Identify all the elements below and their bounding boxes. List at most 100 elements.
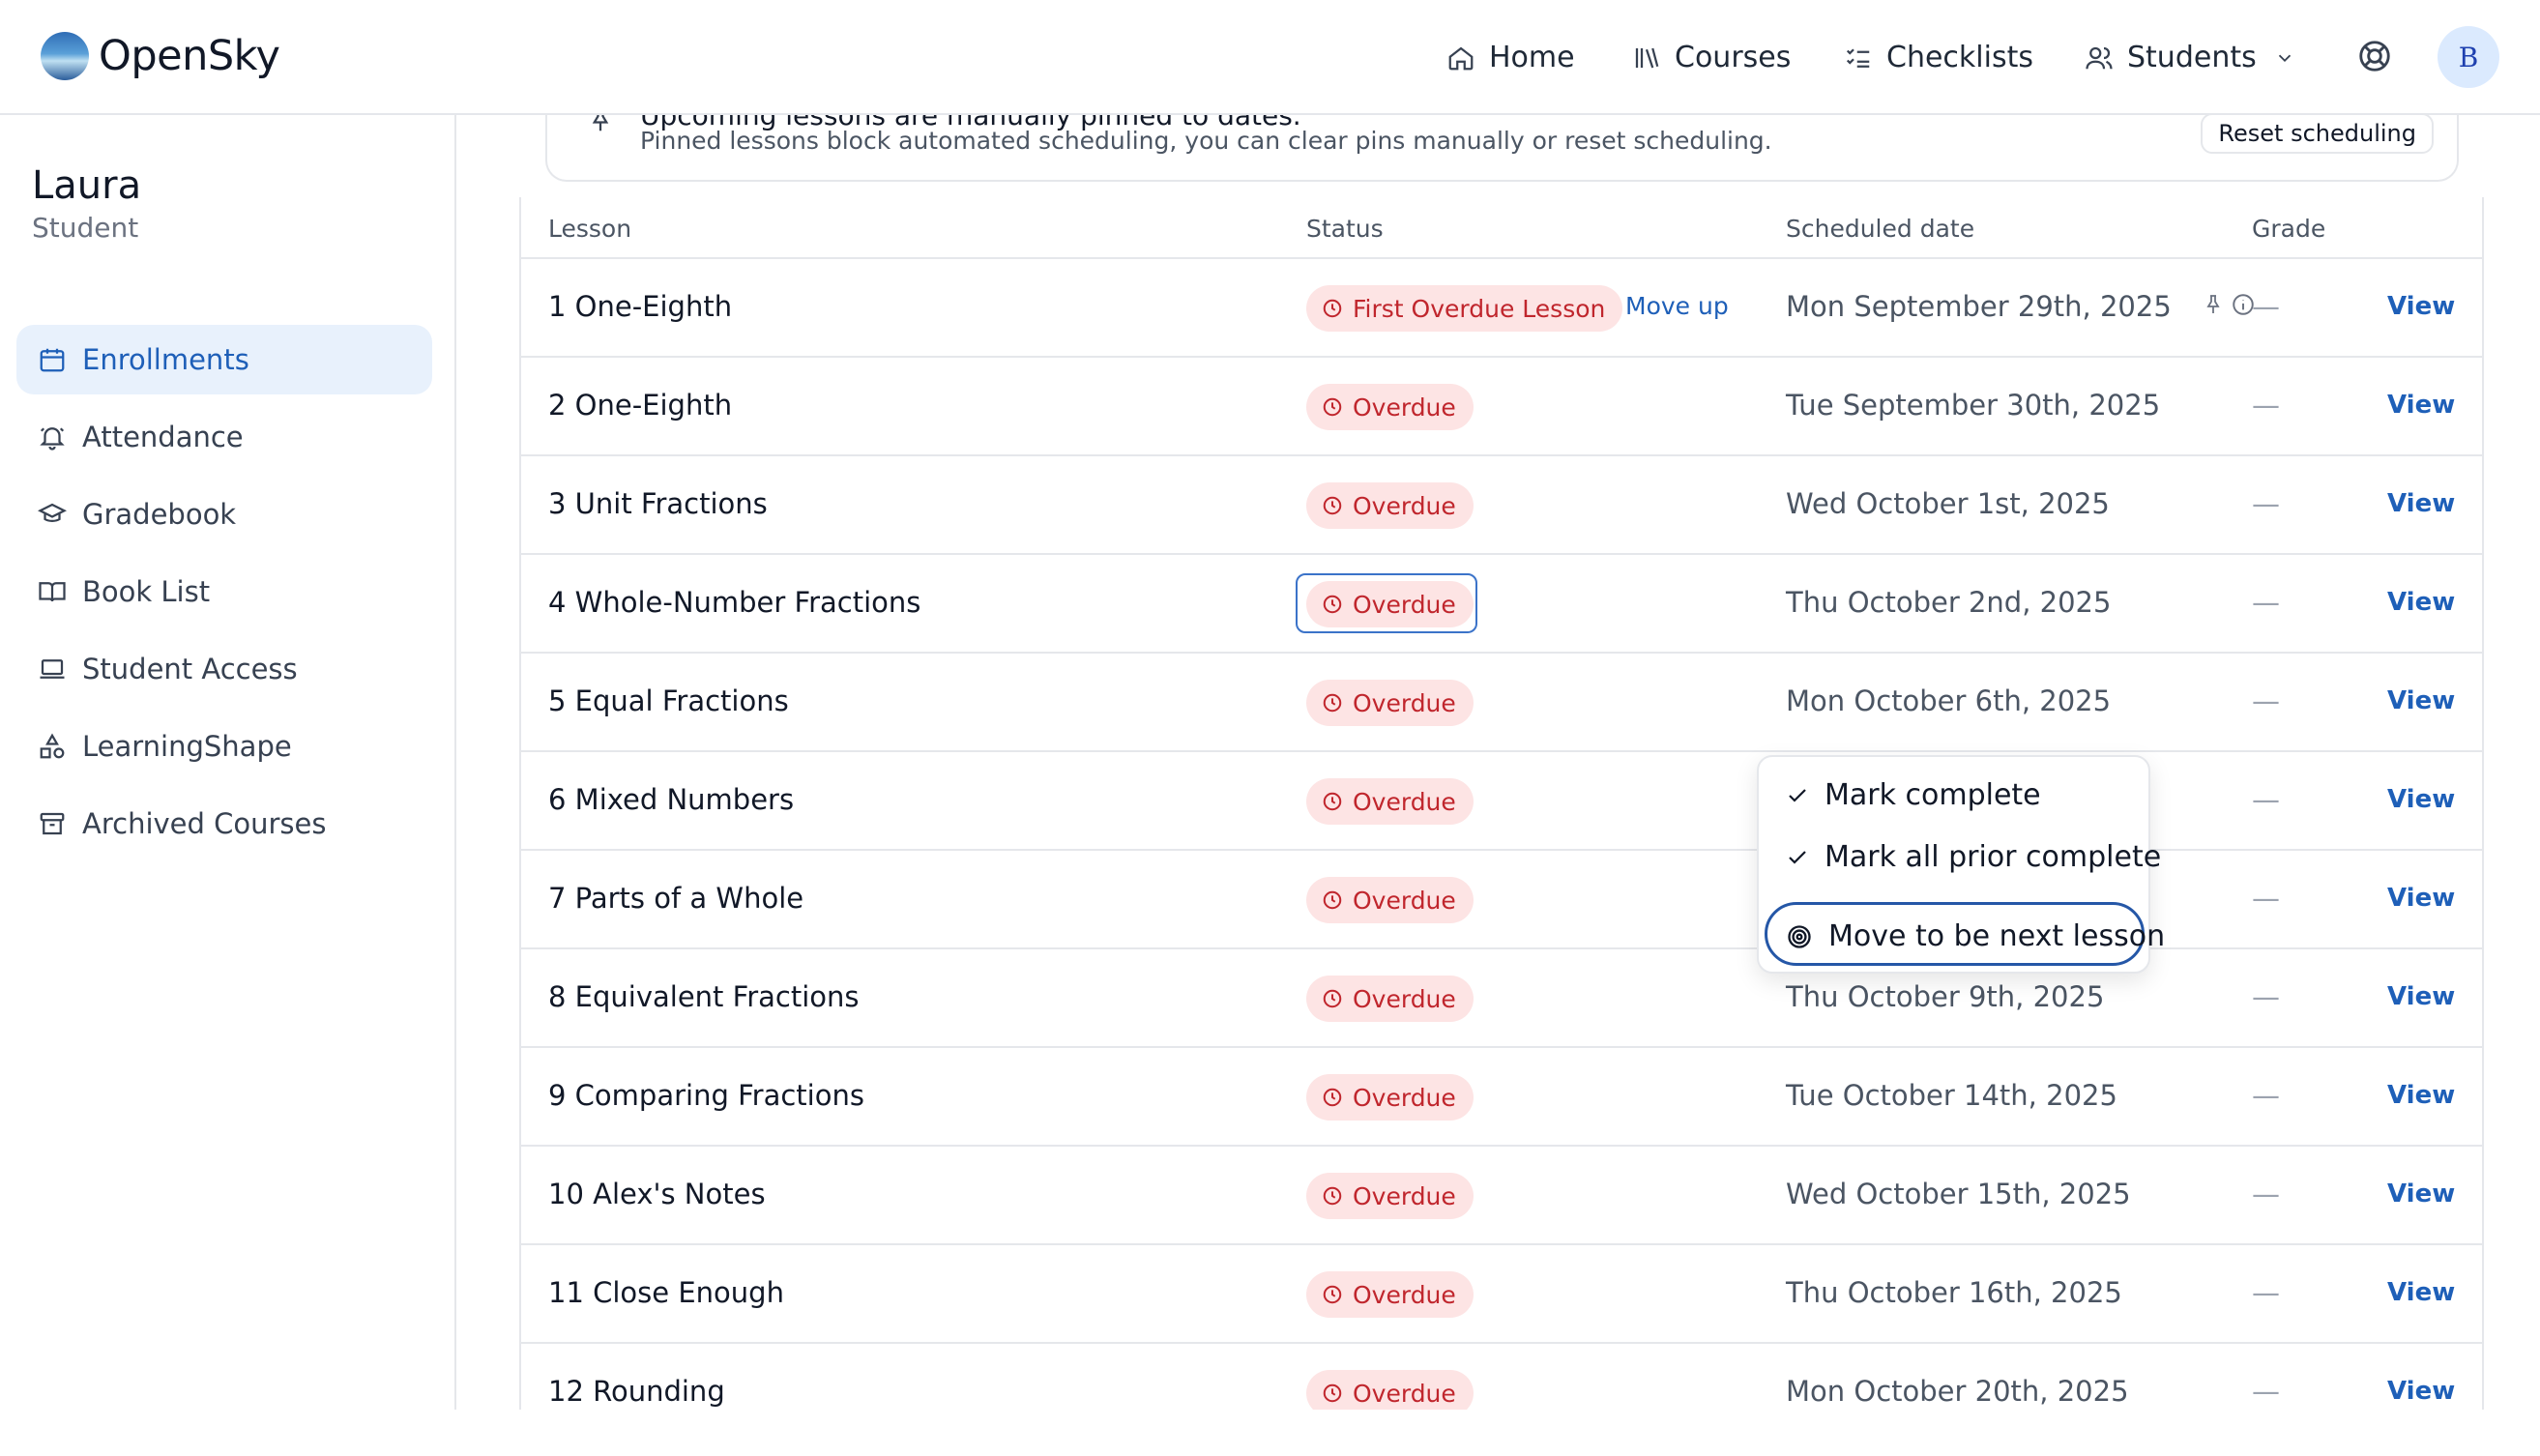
clock-icon — [1323, 299, 1342, 318]
column-header-status: Status — [1306, 215, 1384, 243]
sidebar-item-attendance[interactable]: Attendance — [16, 402, 432, 472]
status-badge[interactable]: First Overdue Lesson — [1306, 285, 1623, 332]
lesson-title[interactable]: 12 Rounding — [548, 1375, 725, 1408]
lesson-title[interactable]: 6 Mixed Numbers — [548, 783, 794, 816]
clock-icon — [1323, 496, 1342, 515]
view-lesson-link[interactable]: View — [2387, 292, 2455, 321]
table-row: 5 Equal Fractions Overdue Mon October 6th,… — [521, 654, 2482, 752]
check-icon — [1789, 850, 1806, 864]
move-up-link[interactable]: Move up — [1625, 292, 1729, 320]
view-lesson-link[interactable]: View — [2387, 686, 2455, 715]
grade-value: — — [2252, 783, 2280, 816]
grade-value: — — [2252, 290, 2280, 323]
grade-value: — — [2252, 980, 2280, 1013]
status-badge[interactable]: Overdue — [1306, 384, 1474, 430]
checklist-icon — [1846, 47, 1870, 68]
sidebar-item-label: Gradebook — [82, 498, 237, 531]
status-label: Overdue — [1353, 1379, 1456, 1408]
view-lesson-link[interactable]: View — [2387, 489, 2455, 518]
status-label: Overdue — [1353, 787, 1456, 816]
nav-students-dropdown[interactable]: Students — [2085, 41, 2295, 74]
sidebar-item-label: Enrollments — [82, 343, 249, 376]
lesson-title[interactable]: 10 Alex's Notes — [548, 1178, 766, 1210]
lessons-table: Lesson Status Scheduled date Grade 1 One… — [519, 197, 2484, 1410]
sidebar-item-label: Student Access — [82, 653, 298, 685]
status-badge[interactable]: Overdue — [1306, 1173, 1474, 1219]
view-lesson-link[interactable]: View — [2387, 884, 2455, 913]
status-badge[interactable]: Overdue — [1306, 976, 1474, 1022]
clock-icon — [1323, 1285, 1342, 1304]
lesson-title[interactable]: 7 Parts of a Whole — [548, 882, 803, 915]
view-lesson-link[interactable]: View — [2387, 588, 2455, 617]
nav-checklists-label: Checklists — [1886, 41, 2033, 74]
menu-item-mark-all-prior-complete[interactable]: Mark all prior complete — [1786, 840, 2161, 874]
status-badge[interactable]: Overdue — [1306, 1370, 1474, 1410]
nav-courses[interactable]: Courses — [1632, 41, 1791, 74]
lesson-title[interactable]: 11 Close Enough — [548, 1276, 784, 1309]
menu-item-move-to-next-lesson[interactable]: Move to be next lesson — [1786, 919, 2165, 953]
clock-icon — [1323, 989, 1342, 1008]
student-name: Laura — [32, 163, 142, 208]
view-lesson-link[interactable]: View — [2387, 1179, 2455, 1208]
date-pin-indicators — [2202, 292, 2256, 317]
sidebar-item-gradebook[interactable]: Gradebook — [16, 480, 432, 549]
nav-home[interactable]: Home — [1446, 41, 1575, 74]
grade-value: — — [2252, 684, 2280, 717]
enrollment-main-panel: Upcoming lessons are manually pinned to … — [458, 115, 2540, 1410]
help-button[interactable] — [2356, 38, 2393, 78]
student-sidebar: Laura Student Enrollments Attendance Gra… — [0, 115, 456, 1456]
clock-icon — [1323, 693, 1342, 713]
sidebar-item-label: Attendance — [82, 421, 244, 453]
status-badge[interactable]: Overdue — [1306, 482, 1474, 529]
lesson-title[interactable]: 3 Unit Fractions — [548, 487, 768, 520]
sidebar-item-learningshape[interactable]: LearningShape — [16, 712, 432, 781]
status-label: Overdue — [1353, 590, 1456, 619]
nav-courses-label: Courses — [1675, 41, 1792, 74]
chevron-down-icon — [2278, 54, 2291, 62]
sidebar-item-student-access[interactable]: Student Access — [16, 634, 432, 704]
table-row: 2 One-Eighth Overdue Tue September 30th, 2… — [521, 358, 2482, 456]
grade-value: — — [2252, 1276, 2280, 1309]
menu-item-mark-complete[interactable]: Mark complete — [1786, 778, 2041, 812]
scheduled-date: Tue September 30th, 2025 — [1786, 389, 2161, 422]
user-avatar[interactable]: B — [2438, 26, 2499, 88]
sidebar-item-book-list[interactable]: Book List — [16, 557, 432, 626]
table-row: 9 Comparing Fractions Overdue Tue October … — [521, 1048, 2482, 1147]
grade-value: — — [2252, 1079, 2280, 1112]
status-badge[interactable]: Overdue — [1306, 581, 1474, 627]
view-lesson-link[interactable]: View — [2387, 785, 2455, 814]
banner-subtitle: Pinned lessons block automated schedulin… — [640, 127, 1772, 155]
status-actions-menu: Mark complete Mark all prior complete Mo… — [1757, 755, 2165, 974]
top-navigation-bar: OpenSky Home Courses Checklists Students… — [0, 0, 2540, 115]
view-lesson-link[interactable]: View — [2387, 982, 2455, 1011]
student-role: Student — [32, 212, 139, 244]
lesson-title[interactable]: 4 Whole-Number Fractions — [548, 586, 920, 619]
view-lesson-link[interactable]: View — [2387, 1377, 2455, 1406]
lesson-title[interactable]: 8 Equivalent Fractions — [548, 980, 860, 1013]
lesson-title[interactable]: 2 One-Eighth — [548, 389, 732, 422]
lesson-title[interactable]: 5 Equal Fractions — [548, 684, 789, 717]
lesson-title[interactable]: 1 One-Eighth — [548, 290, 732, 323]
view-lesson-link[interactable]: View — [2387, 391, 2455, 420]
reset-scheduling-button[interactable]: Reset scheduling — [2201, 115, 2434, 154]
nav-checklists[interactable]: Checklists — [1844, 41, 2033, 74]
pin-icon — [592, 115, 609, 131]
column-header-grade: Grade — [2252, 215, 2326, 243]
status-badge[interactable]: Overdue — [1306, 1074, 1474, 1121]
table-row: 3 Unit Fractions Overdue Wed October 1st, … — [521, 456, 2482, 555]
status-badge[interactable]: Overdue — [1306, 877, 1474, 923]
target-icon — [1788, 924, 1811, 948]
status-badge[interactable]: Overdue — [1306, 778, 1474, 825]
view-lesson-link[interactable]: View — [2387, 1278, 2455, 1307]
grade-value: — — [2252, 1375, 2280, 1408]
status-badge[interactable]: Overdue — [1306, 1271, 1474, 1318]
lesson-title[interactable]: 9 Comparing Fractions — [548, 1079, 864, 1112]
sidebar-item-archived-courses[interactable]: Archived Courses — [16, 789, 432, 859]
pin-icon[interactable] — [2202, 292, 2225, 317]
sidebar-item-enrollments[interactable]: Enrollments — [16, 325, 432, 394]
app-logo[interactable]: OpenSky — [41, 32, 280, 80]
view-lesson-link[interactable]: View — [2387, 1081, 2455, 1110]
archive-icon — [40, 812, 65, 835]
nav-students-label: Students — [2127, 41, 2257, 74]
status-badge[interactable]: Overdue — [1306, 680, 1474, 726]
